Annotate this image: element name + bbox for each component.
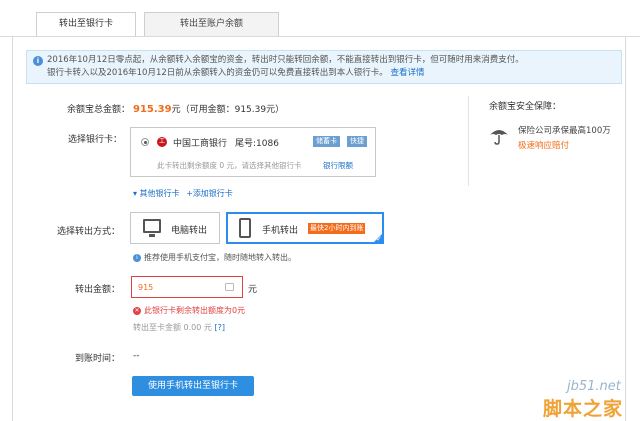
card-type-badge: 储蓄卡 bbox=[313, 136, 340, 147]
panel-left-border bbox=[12, 36, 13, 421]
bank-card-label: 选择银行卡： bbox=[67, 135, 122, 145]
arrival-value: -- bbox=[133, 351, 140, 361]
info-icon: i bbox=[133, 253, 141, 262]
watermark-logo: 脚本之家 bbox=[543, 398, 624, 420]
quick-pay-badge: 快捷 bbox=[347, 136, 367, 147]
sidebar-divider bbox=[468, 96, 469, 186]
arrival-label: 到账时间： bbox=[74, 354, 120, 364]
card-remaining-limit: 此卡转出剩余额度 0 元，请选择其他银行卡 bbox=[157, 161, 302, 170]
bank-radio[interactable] bbox=[141, 138, 149, 146]
bank-name: 中国工商银行 bbox=[173, 139, 228, 149]
bank-card-option[interactable]: 工 中国工商银行 尾号:1086 储蓄卡 快捷 此卡转出剩余额度 0 元，请选择… bbox=[130, 127, 376, 177]
other-cards-link[interactable]: ▾ 其他银行卡 bbox=[133, 189, 180, 198]
watermark-site: jb51.net bbox=[567, 379, 621, 394]
amount-error-text: 此银行卡剩余转出额度为0元 bbox=[144, 306, 246, 315]
notice-banner: i 2016年10月12日零点起，从余额转入余额宝的资金，转出时只能转回余额，不… bbox=[26, 50, 622, 84]
help-link[interactable]: [?] bbox=[214, 323, 225, 332]
method-label: 选择转出方式： bbox=[56, 227, 120, 237]
view-details-link[interactable]: 查看详情 bbox=[390, 68, 424, 78]
card-tail-number: 尾号:1086 bbox=[235, 139, 279, 149]
clear-icon[interactable] bbox=[225, 283, 234, 291]
to-card-amount-text: 转出至卡金额 0.00 元 bbox=[133, 323, 212, 332]
info-icon: i bbox=[33, 56, 43, 66]
add-card-link[interactable]: +添加银行卡 bbox=[186, 189, 233, 198]
amount-error: ✕ 此银行卡剩余转出额度为0元 bbox=[133, 305, 245, 316]
fastest-arrival-badge: 最快2小时内到账 bbox=[308, 223, 366, 234]
notice-line-1: 2016年10月12日零点起，从余额转入余额宝的资金，转出时只能转回余额，不能直… bbox=[47, 55, 524, 65]
monitor-icon bbox=[143, 219, 161, 237]
tab-divider bbox=[0, 36, 640, 37]
balance-amount: 915.39 bbox=[133, 104, 172, 115]
umbrella-icon bbox=[490, 130, 508, 145]
balance-value: 915.39元（可用金额：915.39元） bbox=[133, 102, 284, 115]
panel-right-border bbox=[625, 36, 626, 421]
tab-withdraw-to-balance[interactable]: 转出至账户余额 bbox=[144, 12, 279, 36]
amount-unit: 元 bbox=[248, 285, 258, 295]
recommend-text: 推荐使用手机支付宝，随时随地转入转出。 bbox=[144, 253, 296, 262]
balance-label: 余额宝总金额： bbox=[66, 105, 130, 115]
submit-button[interactable]: 使用手机转出至银行卡 bbox=[132, 376, 254, 396]
card-links: ▾ 其他银行卡 +添加银行卡 bbox=[133, 188, 237, 199]
notice-line-2-text: 银行卡转入以及2016年10月12日前从余额转入的资金仍可以免费直接转出到本人银… bbox=[47, 68, 388, 78]
notice-line-2: 银行卡转入以及2016年10月12日前从余额转入的资金仍可以免费直接转出到本人银… bbox=[47, 67, 613, 80]
error-icon: ✕ bbox=[133, 306, 141, 315]
phone-icon bbox=[239, 218, 251, 238]
recommend-tip: i 推荐使用手机支付宝，随时随地转入转出。 bbox=[133, 252, 296, 263]
checkmark-icon: ✓ bbox=[376, 235, 382, 243]
tab-withdraw-to-card[interactable]: 转出至银行卡 bbox=[36, 12, 136, 36]
to-card-amount: 转出至卡金额 0.00 元 [?] bbox=[133, 322, 225, 333]
phone-withdraw-label: 手机转出 bbox=[262, 226, 299, 236]
icbc-logo-icon: 工 bbox=[157, 137, 167, 147]
pc-withdraw-label: 电脑转出 bbox=[171, 226, 208, 236]
phone-withdraw-option[interactable]: 手机转出 最快2小时内到账 ✓ bbox=[226, 212, 384, 244]
amount-label: 转出金额： bbox=[74, 285, 120, 295]
safety-text: 保险公司承保最高100万 极速响应赔付 bbox=[518, 124, 611, 154]
insurance-line: 保险公司承保最高100万 bbox=[518, 126, 611, 136]
pc-withdraw-option[interactable]: 电脑转出 bbox=[130, 212, 220, 244]
bank-limit-link[interactable]: 银行限额 bbox=[323, 160, 353, 171]
balance-available: 元（可用金额：915.39元） bbox=[171, 105, 285, 115]
fast-claim-line: 极速响应赔付 bbox=[518, 141, 570, 151]
safety-title: 余额宝安全保障： bbox=[489, 102, 562, 112]
